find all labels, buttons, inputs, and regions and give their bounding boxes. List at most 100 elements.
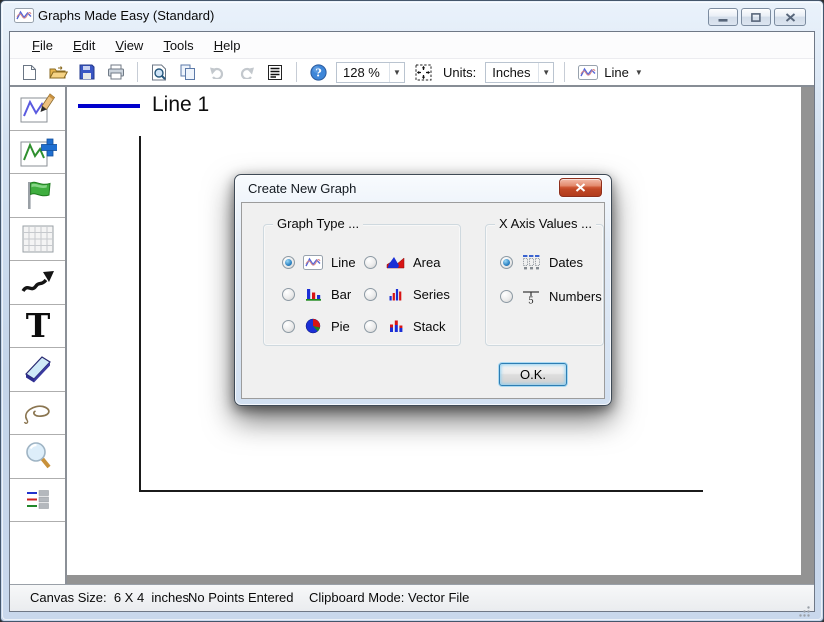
help-button[interactable]: ? [307,61,329,83]
radio-option-series[interactable]: Series [364,283,450,305]
area-chart-icon [384,255,406,269]
option-label: Line [331,254,356,270]
x-axis-group-label: X Axis Values ... [495,216,596,231]
add-graph-icon [20,138,57,167]
undo-button[interactable] [206,61,228,83]
radio-button[interactable] [282,255,295,269]
tool-eraser[interactable] [10,348,65,392]
new-document-icon [22,64,36,80]
menu-view[interactable]: View [105,34,153,57]
status-points: No Points Entered [188,590,294,605]
radio-option-numbers[interactable]: 5 Numbers [500,285,602,307]
eraser-icon [24,356,51,383]
data-list-button[interactable] [264,61,286,83]
new-document-button[interactable] [18,61,40,83]
radio-button[interactable] [282,287,295,301]
number-axis-icon: 5 [520,288,542,305]
close-icon [785,12,795,22]
chevron-down-icon: ▼ [634,67,643,77]
tool-palette: T [10,87,67,584]
window-close-button[interactable] [774,8,806,26]
menu-help[interactable]: Help [204,34,251,57]
stack-chart-icon [384,319,406,333]
menu-bar: File Edit View Tools Help [10,32,814,59]
dialog-close-button[interactable] [559,178,602,197]
radio-button[interactable] [500,255,513,269]
redo-icon [240,67,254,79]
edit-graph-icon [20,93,55,123]
fit-page-button[interactable] [412,61,434,83]
radio-button[interactable] [500,289,513,303]
chevron-down-icon[interactable]: ▼ [538,62,553,82]
units-value: Inches [492,64,531,80]
tool-text[interactable]: T [10,305,65,348]
print-icon [108,64,124,80]
legend-tool-icon [26,490,49,509]
status-bar: Canvas Size: 6 X 4 inches No Points Ente… [10,584,814,617]
tool-grid[interactable] [10,218,65,261]
radio-option-stack[interactable]: Stack [364,315,446,337]
tool-trend-arrow[interactable] [10,261,65,305]
svg-text:5: 5 [528,296,534,305]
tool-add-graph[interactable] [10,131,65,174]
radio-option-pie[interactable]: Pie [282,315,350,337]
units-label: Units: [443,64,477,80]
tool-legend[interactable] [10,479,65,522]
minimize-button[interactable] [708,8,738,26]
status-canvas-size: Canvas Size: 6 X 4 inches [30,590,189,605]
option-label: Dates [549,254,583,270]
lasso-icon [23,405,50,424]
text-tool-icon: T [25,309,50,343]
chevron-down-icon[interactable]: ▼ [389,62,404,82]
dialog-title: Create New Graph [248,181,357,196]
option-label: Area [413,254,441,270]
menu-tools[interactable]: Tools [153,34,203,57]
radio-button[interactable] [364,287,377,301]
save-button[interactable] [76,61,98,83]
menu-file[interactable]: File [22,34,63,57]
window-title: Graphs Made Easy (Standard) [38,8,215,23]
print-preview-button[interactable] [148,61,170,83]
print-preview-icon [152,64,166,80]
close-icon [575,183,586,192]
radio-option-bar[interactable]: Bar [282,283,351,305]
units-combobox[interactable]: Inches ▼ [485,61,555,83]
redo-button[interactable] [235,61,257,83]
ok-button[interactable]: O.K. [499,363,567,386]
y-axis [139,136,141,491]
app-icon [14,8,34,28]
zoom-combobox[interactable]: 128 % ▼ [336,61,405,83]
radio-option-area[interactable]: Area [364,251,440,273]
chart-type-dropdown[interactable]: Line ▼ [575,64,646,80]
tool-lasso[interactable] [10,392,65,435]
maximize-button[interactable] [741,8,771,26]
open-button[interactable] [47,61,69,83]
resize-grip[interactable] [769,590,811,617]
tool-flag[interactable] [10,174,65,218]
dialog-body: Graph Type ... Line Bar Pie Area Series … [241,202,605,399]
toolbar-separator [564,62,566,82]
copy-button[interactable] [177,61,199,83]
radio-option-dates[interactable]: Dates [500,251,583,273]
print-button[interactable] [105,61,127,83]
open-folder-icon [48,65,68,78]
menu-edit[interactable]: Edit [63,34,105,57]
radio-button[interactable] [364,319,377,333]
tool-zoom[interactable] [10,435,65,479]
copy-icon [180,64,195,80]
legend-line-swatch [78,104,140,108]
title-bar[interactable]: Graphs Made Easy (Standard) [1,1,823,31]
option-label: Numbers [549,288,602,304]
tool-edit-graph[interactable] [10,87,65,131]
x-axis-values-group: X Axis Values ... Dates 5 Numbers [485,216,604,346]
series-chart-icon [384,287,406,301]
svg-text:?: ? [315,66,321,79]
line-chart-icon [578,64,599,80]
flag-icon [27,181,51,210]
radio-button[interactable] [364,255,377,269]
maximize-icon [751,12,761,22]
svg-text:T: T [25,309,50,343]
x-axis [139,490,703,492]
radio-button[interactable] [282,319,295,333]
radio-option-line[interactable]: Line [282,251,356,273]
